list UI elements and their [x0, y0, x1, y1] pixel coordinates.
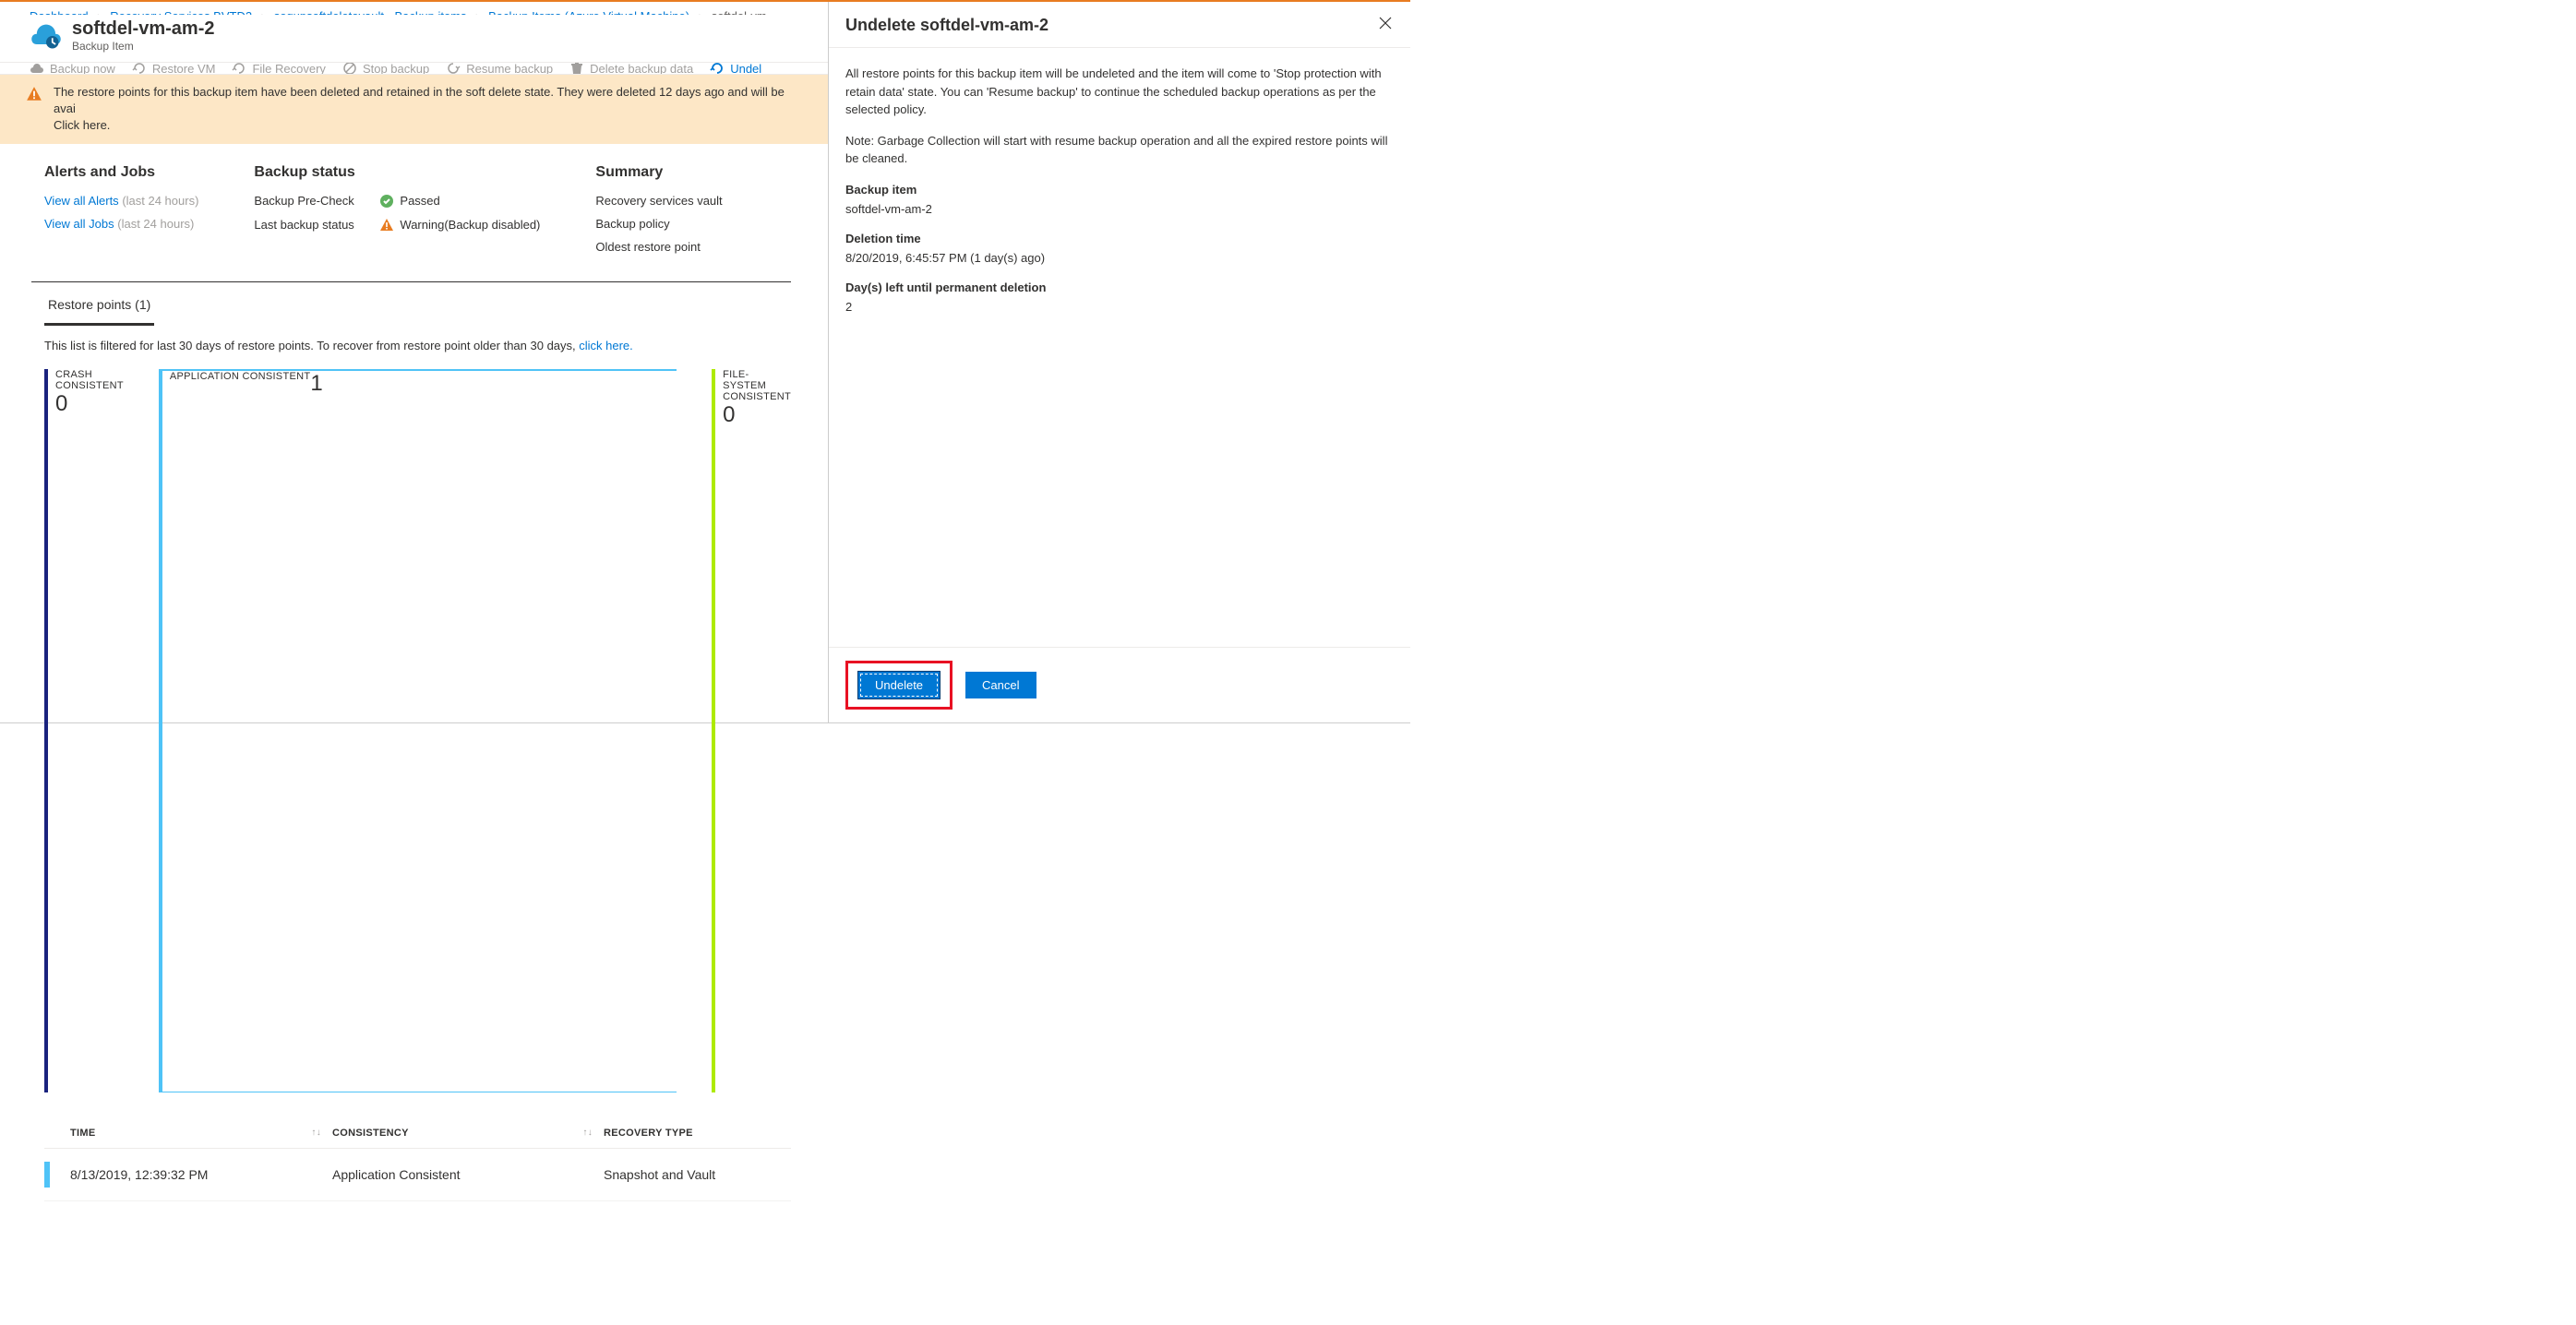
tabs: Restore points (1)	[44, 286, 791, 326]
alerts-jobs-col: Alerts and Jobs View all Alerts (last 24…	[44, 155, 198, 263]
jobs-hours: (last 24 hours)	[117, 217, 194, 231]
toolbar-label: File Recovery	[252, 63, 325, 75]
counters: CRASH CONSISTENT 0 APPLICATION CONSISTEN…	[44, 369, 791, 1092]
backup-item-label: Backup item	[845, 181, 1394, 199]
toolbar-label: Restore VM	[152, 63, 216, 75]
page-subtitle: Backup Item	[72, 40, 214, 53]
alerts-heading: Alerts and Jobs	[44, 164, 198, 181]
alerts-hours: (last 24 hours)	[122, 194, 198, 208]
close-icon[interactable]	[1375, 13, 1396, 38]
summary-col: Summary Recovery services vault Backup p…	[595, 155, 722, 263]
page-title: softdel-vm-am-2	[72, 18, 214, 40]
toolbar-label: Stop backup	[363, 63, 429, 75]
summary-heading: Summary	[595, 164, 722, 181]
view-all-alerts-link[interactable]: View all Alerts	[44, 194, 119, 208]
panel-title: Undelete softdel-vm-am-2	[845, 16, 1048, 35]
page-titles: softdel-vm-am-2 Backup Item	[72, 18, 214, 53]
precheck-value: Passed	[400, 194, 439, 208]
panel-para1: All restore points for this backup item …	[845, 65, 1394, 119]
summary-oldest: Oldest restore point	[595, 240, 722, 254]
backup-now-icon	[30, 63, 44, 75]
days-left-label: Day(s) left until permanent deletion	[845, 279, 1394, 297]
filter-note-link[interactable]: click here.	[579, 339, 633, 352]
backup-status-col: Backup status Backup Pre-Check Passed La…	[254, 155, 540, 263]
view-all-jobs-link[interactable]: View all Jobs	[44, 217, 114, 231]
undelete-confirm-button[interactable]: Undelete	[857, 671, 941, 699]
summary-vault: Recovery services vault	[595, 194, 722, 208]
last-backup-label: Last backup status	[254, 218, 374, 232]
counter-fs: FILE-SYSTEM CONSISTENT 0	[712, 369, 791, 1092]
section-divider	[31, 281, 791, 282]
row-color-bar	[44, 1162, 50, 1188]
toolbar-label: Undel	[730, 63, 761, 75]
sort-icon[interactable]: ↑↓	[310, 1128, 332, 1138]
counter-crash: CRASH CONSISTENT 0	[44, 369, 124, 1092]
restore-points-table: TIME ↑↓ CONSISTENCY ↑↓ RECOVERY TYPE 8/1…	[44, 1118, 791, 1201]
toolbar: Backup now Restore VM File Recovery Stop…	[0, 63, 828, 75]
warning-icon	[26, 86, 42, 107]
cancel-button[interactable]: Cancel	[965, 672, 1036, 698]
panel-header: Undelete softdel-vm-am-2	[829, 2, 1410, 48]
panel-footer: Undelete Cancel	[829, 648, 1410, 722]
content-area: Alerts and Jobs View all Alerts (last 24…	[0, 144, 828, 1201]
cell-time: 8/13/2019, 12:39:32 PM	[70, 1167, 310, 1182]
days-left-value: 2	[845, 298, 1394, 316]
trash-icon	[569, 63, 584, 75]
resume-icon	[446, 63, 461, 75]
counter-crash-value: 0	[55, 393, 124, 415]
precheck-label: Backup Pre-Check	[254, 194, 374, 208]
table-row[interactable]: 8/13/2019, 12:39:32 PM Application Consi…	[44, 1149, 791, 1201]
table-header: TIME ↑↓ CONSISTENCY ↑↓ RECOVERY TYPE	[44, 1118, 791, 1149]
warning-icon	[379, 218, 394, 233]
sort-icon[interactable]: ↑↓	[581, 1128, 604, 1138]
page-header: softdel-vm-am-2 Backup Item	[0, 15, 828, 63]
col-time[interactable]: TIME	[70, 1128, 310, 1139]
soft-delete-notice: The restore points for this backup item …	[0, 75, 828, 144]
main-content: Dashboard › Recovery Services BVTD2 › so…	[0, 2, 829, 722]
breadcrumb: Dashboard › Recovery Services BVTD2 › so…	[0, 2, 828, 15]
cell-recovery: Snapshot and Vault	[604, 1167, 791, 1182]
undelete-panel: Undelete softdel-vm-am-2 All restore poi…	[829, 2, 1410, 722]
backup-item-value: softdel-vm-am-2	[845, 200, 1394, 219]
filter-note: This list is filtered for last 30 days o…	[44, 339, 791, 352]
filter-note-text: This list is filtered for last 30 days o…	[44, 339, 579, 352]
info-columns: Alerts and Jobs View all Alerts (last 24…	[44, 155, 791, 263]
deletion-time-label: Deletion time	[845, 230, 1394, 248]
counter-crash-label: CRASH CONSISTENT	[55, 369, 124, 391]
check-icon	[379, 194, 394, 209]
undelete-highlight: Undelete	[845, 661, 953, 710]
cell-consistency: Application Consistent	[332, 1167, 581, 1182]
app-root: Dashboard › Recovery Services BVTD2 › so…	[0, 0, 1410, 723]
notice-text-wrap: The restore points for this backup item …	[54, 84, 802, 135]
panel-body: All restore points for this backup item …	[829, 48, 1410, 648]
summary-policy: Backup policy	[595, 217, 722, 231]
panel-para2: Note: Garbage Collection will start with…	[845, 132, 1394, 168]
counter-app-value: 1	[310, 373, 322, 1092]
notice-link[interactable]: Click here.	[54, 118, 110, 132]
toolbar-label: Delete backup data	[590, 63, 693, 75]
backup-status-heading: Backup status	[254, 164, 540, 181]
backup-item-icon	[30, 19, 63, 53]
stop-icon	[342, 63, 357, 75]
deletion-time-value: 8/20/2019, 6:45:57 PM (1 day(s) ago)	[845, 249, 1394, 268]
counter-fs-label: FILE-SYSTEM CONSISTENT	[723, 369, 791, 402]
counter-app: APPLICATION CONSISTENT 1	[159, 369, 677, 1092]
last-backup-value: Warning(Backup disabled)	[400, 218, 540, 232]
undelete-icon	[710, 63, 725, 75]
tab-restore-points[interactable]: Restore points (1)	[44, 286, 154, 326]
restore-icon	[132, 63, 147, 75]
col-recovery[interactable]: RECOVERY TYPE	[604, 1128, 791, 1139]
toolbar-label: Backup now	[50, 63, 115, 75]
file-recovery-icon	[232, 63, 246, 75]
col-consistency[interactable]: CONSISTENCY	[332, 1128, 581, 1139]
counter-fs-value: 0	[723, 404, 791, 426]
toolbar-label: Resume backup	[466, 63, 553, 75]
counter-app-label: APPLICATION CONSISTENT	[170, 371, 310, 1092]
notice-text: The restore points for this backup item …	[54, 85, 785, 115]
